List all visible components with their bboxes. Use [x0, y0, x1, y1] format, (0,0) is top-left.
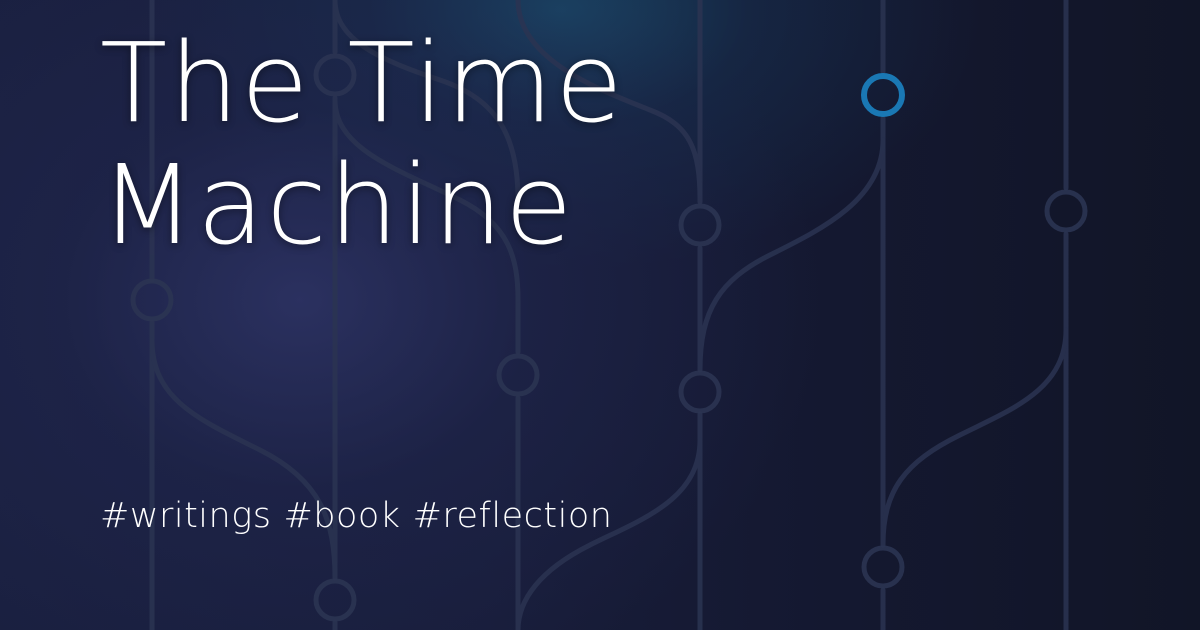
tag-reflection: #reflection: [412, 496, 613, 536]
tag-book: #book: [283, 496, 401, 536]
title-line-2: Machine: [100, 141, 575, 269]
social-card: The Time Machine #writings #book #reflec…: [0, 0, 1200, 630]
tag-writings: #writings: [100, 496, 272, 536]
post-title: The Time Machine: [100, 22, 800, 266]
tag-list: #writings #book #reflection: [100, 494, 612, 538]
title-line-1: The Time: [100, 19, 625, 147]
